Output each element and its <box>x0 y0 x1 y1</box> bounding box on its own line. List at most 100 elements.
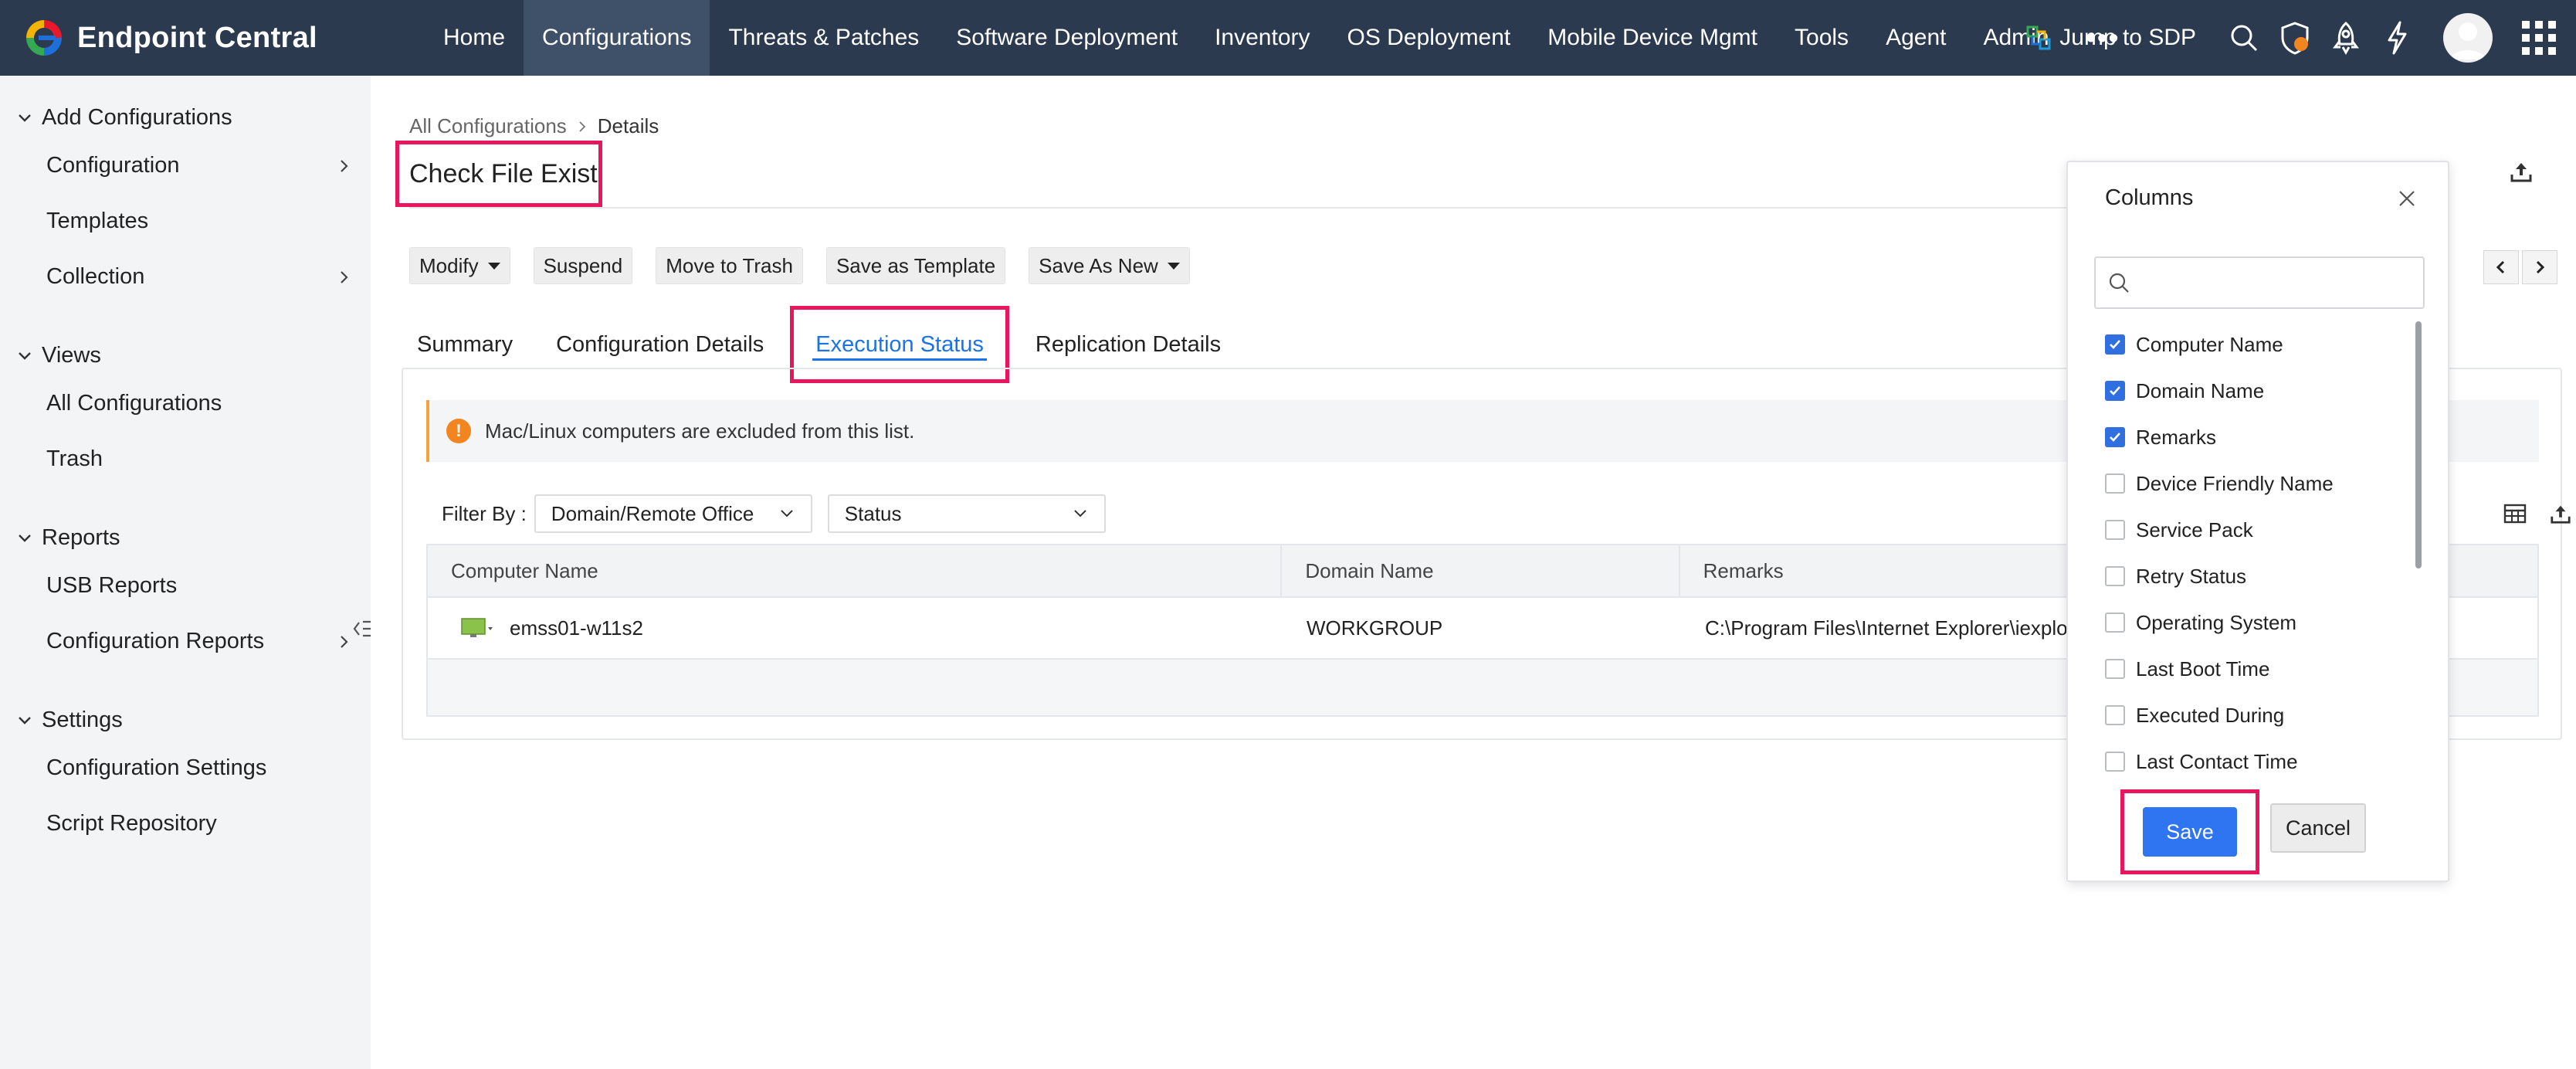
columns-search-field[interactable] <box>2094 256 2425 309</box>
column-option-label: Executed During <box>2136 703 2285 727</box>
column-header-computer-name[interactable]: Computer Name <box>428 545 1283 597</box>
column-option-label: Last Boot Time <box>2136 657 2270 680</box>
column-option-label: Remarks <box>2136 425 2217 449</box>
nav-agent[interactable]: Agent <box>1867 0 1964 76</box>
checkbox-checked[interactable] <box>2105 427 2125 447</box>
column-option-computer-name[interactable]: Computer Name <box>2094 321 2406 368</box>
breadcrumb-current: Details <box>597 114 659 137</box>
nav-os-deployment[interactable]: OS Deployment <box>1329 0 1530 76</box>
sidebar-item-configuration-settings[interactable]: Configuration Settings <box>46 755 352 781</box>
close-icon[interactable] <box>2397 188 2417 212</box>
computer-name[interactable]: emss01-w11s2 <box>510 616 643 640</box>
sidebar-item-templates[interactable]: Templates <box>46 209 352 234</box>
column-option-service-pack[interactable]: Service Pack <box>2094 507 2406 553</box>
top-right-tools: Jump to SDP <box>2025 0 2576 76</box>
previous-button[interactable] <box>2483 250 2519 284</box>
sidebar-item-configuration[interactable]: Configuration <box>46 153 352 178</box>
export-icon[interactable] <box>2550 504 2571 525</box>
sidebar-item-configuration-reports[interactable]: Configuration Reports <box>46 629 352 654</box>
chevron-right-icon <box>341 159 348 172</box>
checkbox-unchecked[interactable] <box>2105 659 2125 679</box>
apps-grid-icon[interactable] <box>2522 21 2556 55</box>
checkmark-icon <box>2110 433 2120 442</box>
column-option-domain-name[interactable]: Domain Name <box>2094 368 2406 414</box>
chevron-down-icon <box>19 351 31 360</box>
chevron-right-icon <box>341 270 348 283</box>
column-header-domain-name[interactable]: Domain Name <box>1282 545 1680 597</box>
cell-domain-name: WORKGROUP <box>1307 616 1443 640</box>
sidebar-section-reports[interactable]: Reports <box>15 525 120 551</box>
move-to-trash-button[interactable]: Move to Trash <box>656 247 803 284</box>
nav-inventory[interactable]: Inventory <box>1196 0 1328 76</box>
domain-filter-select[interactable]: Domain/Remote Office <box>534 494 812 533</box>
checkbox-unchecked[interactable] <box>2105 566 2125 586</box>
save-button-highlight: Save <box>2120 789 2259 874</box>
sidebar-section-add-configurations[interactable]: Add Configurations <box>15 105 232 131</box>
lightning-icon[interactable] <box>2380 21 2414 55</box>
nav-software-deployment[interactable]: Software Deployment <box>937 0 1196 76</box>
column-option-last-contact-time[interactable]: Last Contact Time <box>2094 738 2406 782</box>
nav-configurations[interactable]: Configurations <box>524 0 710 76</box>
filter-bar: Filter By : Domain/Remote Office Status <box>442 494 1106 533</box>
shield-alert-icon[interactable] <box>2278 21 2312 55</box>
checkbox-unchecked[interactable] <box>2105 520 2125 540</box>
table-columns-icon[interactable] <box>2503 504 2527 524</box>
endpoint-central-logo <box>26 20 62 56</box>
sidebar-item-usb-reports[interactable]: USB Reports <box>46 573 352 599</box>
filter-label: Filter By : <box>442 501 527 525</box>
columns-list-scrollbar[interactable] <box>2415 321 2422 568</box>
suspend-button[interactable]: Suspend <box>533 247 633 284</box>
column-option-operating-system[interactable]: Operating System <box>2094 599 2406 646</box>
checkbox-checked[interactable] <box>2105 334 2125 355</box>
next-button[interactable] <box>2522 250 2557 284</box>
nav-threats-patches[interactable]: Threats & Patches <box>710 0 937 76</box>
save-button[interactable]: Save <box>2143 807 2237 857</box>
column-option-label: Last Contact Time <box>2136 749 2298 773</box>
chevron-right-icon <box>579 120 586 132</box>
checkbox-unchecked[interactable] <box>2105 473 2125 494</box>
nav-tools[interactable]: Tools <box>1776 0 1867 76</box>
jump-to-sdp-link[interactable]: Jump to SDP <box>2025 25 2196 51</box>
rocket-icon[interactable] <box>2329 21 2363 55</box>
sidebar-item-trash[interactable]: Trash <box>46 446 352 472</box>
columns-popup: Columns Computer Name Domain Name Remark… <box>2066 161 2449 882</box>
column-option-remarks[interactable]: Remarks <box>2094 414 2406 460</box>
checkbox-checked[interactable] <box>2105 381 2125 401</box>
modify-button[interactable]: Modify <box>409 247 510 284</box>
column-option-retry-status[interactable]: Retry Status <box>2094 553 2406 599</box>
nav-home[interactable]: Home <box>425 0 524 76</box>
column-option-executed-during[interactable]: Executed During <box>2094 692 2406 738</box>
sidebar-section-settings[interactable]: Settings <box>15 708 123 733</box>
sdp-icon <box>2026 25 2051 50</box>
column-option-label: Service Pack <box>2136 518 2253 541</box>
chevron-down-icon <box>19 114 31 122</box>
sidebar-item-label: Configuration Reports <box>46 629 265 653</box>
cancel-button[interactable]: Cancel <box>2270 803 2366 853</box>
search-icon[interactable] <box>2227 21 2261 55</box>
column-option-last-boot-time[interactable]: Last Boot Time <box>2094 646 2406 692</box>
main-nav: Home Configurations Threats & Patches So… <box>425 0 2138 76</box>
export-icon[interactable] <box>2510 161 2533 188</box>
warning-icon: ! <box>446 419 471 443</box>
sidebar-item-label: All Configurations <box>46 391 222 416</box>
pager <box>2483 250 2557 284</box>
sidebar-item-all-configurations[interactable]: All Configurations <box>46 391 352 416</box>
save-as-template-button[interactable]: Save as Template <box>825 247 1006 284</box>
search-icon <box>2109 273 2129 293</box>
nav-mobile-device-mgmt[interactable]: Mobile Device Mgmt <box>1529 0 1776 76</box>
sidebar-item-script-repository[interactable]: Script Repository <box>46 811 352 837</box>
columns-search-input[interactable] <box>2137 270 2415 295</box>
column-option-device-friendly-name[interactable]: Device Friendly Name <box>2094 460 2406 507</box>
save-as-new-button[interactable]: Save As New <box>1029 247 1190 284</box>
sidebar-section-views[interactable]: Views <box>15 343 101 368</box>
avatar[interactable] <box>2443 13 2493 63</box>
checkbox-unchecked[interactable] <box>2105 613 2125 633</box>
checkbox-unchecked[interactable] <box>2105 705 2125 725</box>
chevron-right-icon <box>2536 260 2545 274</box>
brand[interactable]: Endpoint Central <box>0 0 425 76</box>
sidebar-item-label: Trash <box>46 446 103 471</box>
checkbox-unchecked[interactable] <box>2105 752 2125 772</box>
status-filter-select[interactable]: Status <box>827 494 1106 533</box>
breadcrumb-parent-link[interactable]: All Configurations <box>409 114 567 138</box>
sidebar-item-collection[interactable]: Collection <box>46 264 352 290</box>
